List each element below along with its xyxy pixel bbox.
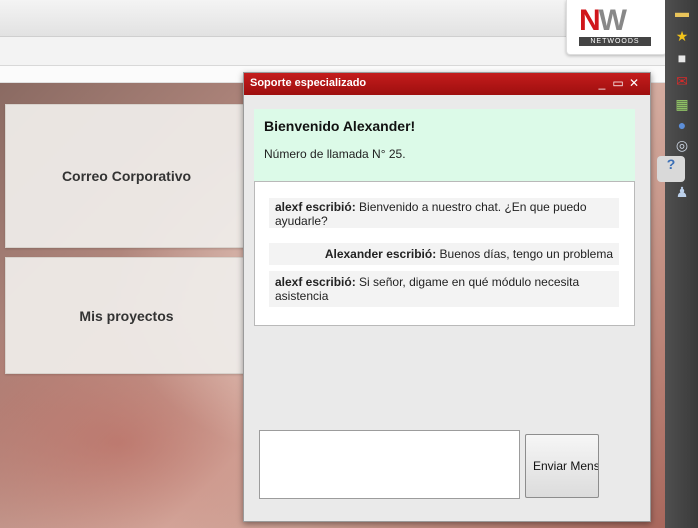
tile-label: Correo Corporativo: [61, 168, 192, 184]
chat-window: Soporte especializado _ ▭ ✕ Bienvenido A…: [243, 72, 651, 522]
chat-log[interactable]: alexf escribió: Bienvenido a nuestro cha…: [254, 181, 635, 326]
message-input[interactable]: [259, 430, 520, 499]
chat-message: alexf escribió: Si señor, digame en qué …: [269, 271, 619, 307]
chat-titlebar[interactable]: Soporte especializado _ ▭ ✕: [244, 73, 650, 95]
right-dock: ▬ ★ ■ ✉ ▦ ● ◎ ? ♟: [657, 0, 698, 528]
call-number: Número de llamada N° 25.: [264, 147, 406, 161]
chat-window-title: Soporte especializado: [250, 77, 367, 89]
tile-correo-corporativo[interactable]: Correo Corporativo: [5, 104, 248, 248]
close-icon[interactable]: ✕: [628, 76, 640, 90]
help-icon[interactable]: ?: [657, 156, 685, 182]
chat-message: alexf escribió: Bienvenido a nuestro cha…: [269, 198, 619, 228]
message-author: Alexander escribió:: [324, 247, 437, 261]
folder-icon[interactable]: ▬: [673, 4, 691, 20]
message-text: Buenos días, tengo un problema: [436, 247, 613, 261]
welcome-title: Bienvenido Alexander!: [264, 118, 416, 134]
mail-icon[interactable]: ✉: [673, 73, 691, 89]
star-icon[interactable]: ★: [673, 28, 691, 44]
message-author: alexf escribió:: [275, 200, 356, 214]
user-icon[interactable]: ♟: [673, 184, 691, 200]
send-message-button[interactable]: Enviar Mensaje: [525, 434, 599, 498]
tile-label: Mis proyectos: [79, 307, 174, 324]
search-icon[interactable]: ◎: [673, 137, 691, 153]
calculator-icon[interactable]: ▦: [673, 96, 691, 112]
maximize-icon[interactable]: ▭: [612, 76, 624, 90]
message-author: alexf escribió:: [275, 275, 356, 289]
minimize-icon[interactable]: _: [596, 76, 608, 90]
chat-message: Alexander escribió: Buenos días, tengo u…: [269, 243, 619, 265]
welcome-panel: Bienvenido Alexander! Número de llamada …: [254, 109, 635, 184]
netwoods-logo: NW NETWOODS: [566, 0, 667, 55]
tile-mis-proyectos[interactable]: Mis proyectos: [5, 257, 248, 374]
chat-icon[interactable]: ■: [673, 50, 691, 66]
globe-icon[interactable]: ●: [673, 117, 691, 133]
